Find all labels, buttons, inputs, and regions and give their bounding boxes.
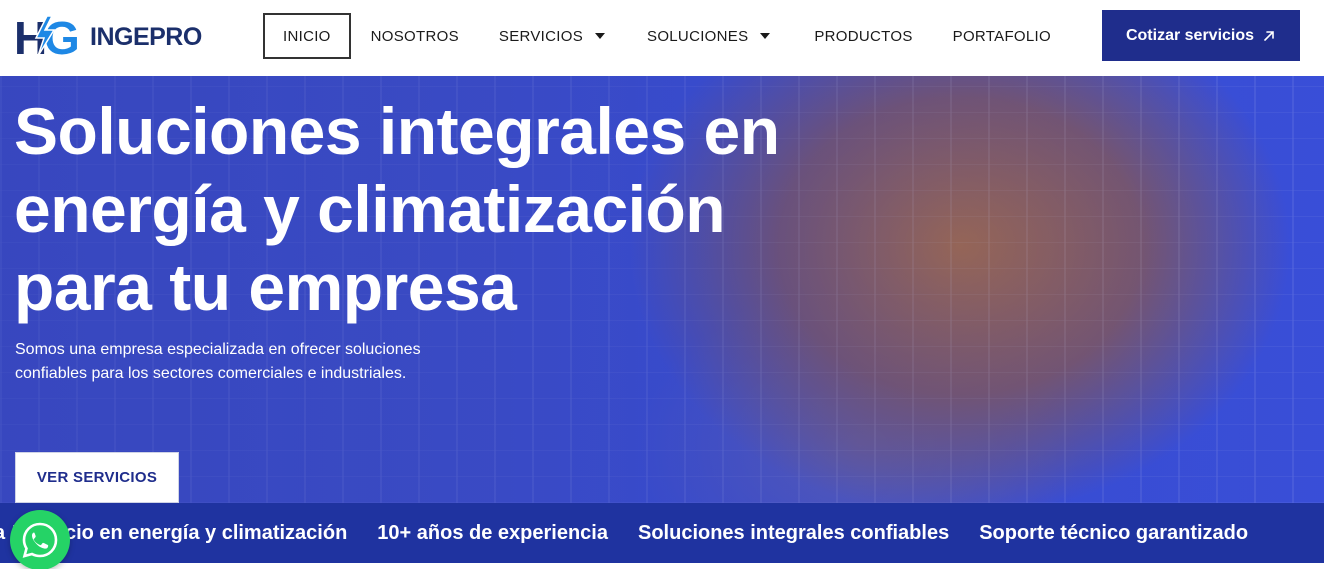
ver-servicios-button[interactable]: VER SERVICIOS	[15, 452, 179, 503]
nav-item-inicio[interactable]: INICIO	[263, 13, 351, 59]
section-divider	[0, 563, 1324, 569]
nav-item-label: SOLUCIONES	[647, 27, 749, 45]
whatsapp-icon	[22, 522, 58, 558]
hero-title: Soluciones integrales en energía y clima…	[14, 92, 814, 326]
marquee-item: Soporte técnico garantizado	[979, 521, 1249, 544]
cotizar-servicios-button[interactable]: Cotizar servicios	[1102, 10, 1300, 61]
logo[interactable]: H G INGEPRO	[14, 12, 202, 60]
nav-item-label: SERVICIOS	[498, 27, 584, 45]
nav-item-label: NOSOTROS	[370, 27, 459, 45]
cta-label: Cotizar servicios	[1125, 26, 1255, 44]
hero-title-line: energía y climatización	[14, 172, 726, 246]
whatsapp-button[interactable]	[10, 510, 70, 569]
nav-item-nosotros[interactable]: NOSOTROS	[371, 13, 459, 59]
hero-subtitle: Somos una empresa especializada en ofrec…	[15, 338, 425, 386]
marquee-band: za Tu socio en energía y climatización 1…	[0, 503, 1324, 563]
marquee-item: Soluciones integrales confiables	[637, 521, 950, 544]
nav-item-label: INICIO	[283, 27, 331, 45]
nav-item-label: PORTAFOLIO	[952, 27, 1051, 45]
arrow-up-right-icon	[1264, 30, 1274, 41]
nav-item-label: PRODUCTOS	[814, 27, 913, 45]
marquee-item: za	[0, 522, 5, 545]
nav-item-portafolio[interactable]: PORTAFOLIO	[953, 13, 1051, 59]
chevron-down-icon	[595, 33, 606, 39]
hero-title-line: Soluciones integrales en	[14, 94, 780, 168]
nav-item-productos[interactable]: PRODUCTOS	[814, 13, 912, 59]
hero-subtitle-end: .	[401, 365, 407, 382]
hero-subtitle-highlight: comerciales e industriales	[217, 365, 402, 382]
marquee-track: za Tu socio en energía y climatización 1…	[0, 503, 1278, 563]
nav-item-servicios[interactable]: SERVICIOS	[498, 13, 606, 59]
hero-section: Soluciones integrales en energía y clima…	[0, 76, 1324, 503]
nav-item-soluciones[interactable]: SOLUCIONES	[647, 13, 771, 59]
logo-mark-icon: H G	[14, 12, 80, 60]
hero-title-line: para tu empresa	[14, 250, 517, 324]
site-header: H G INGEPRO INICIO NOSOTROS SERVICIOS SO…	[0, 0, 1324, 76]
chevron-down-icon	[760, 33, 771, 39]
logo-text: INGEPRO	[90, 22, 202, 51]
main-nav: INICIO NOSOTROS SERVICIOS SOLUCIONES PRO…	[263, 13, 1051, 59]
marquee-item: 10+ años de experiencia	[377, 521, 608, 544]
